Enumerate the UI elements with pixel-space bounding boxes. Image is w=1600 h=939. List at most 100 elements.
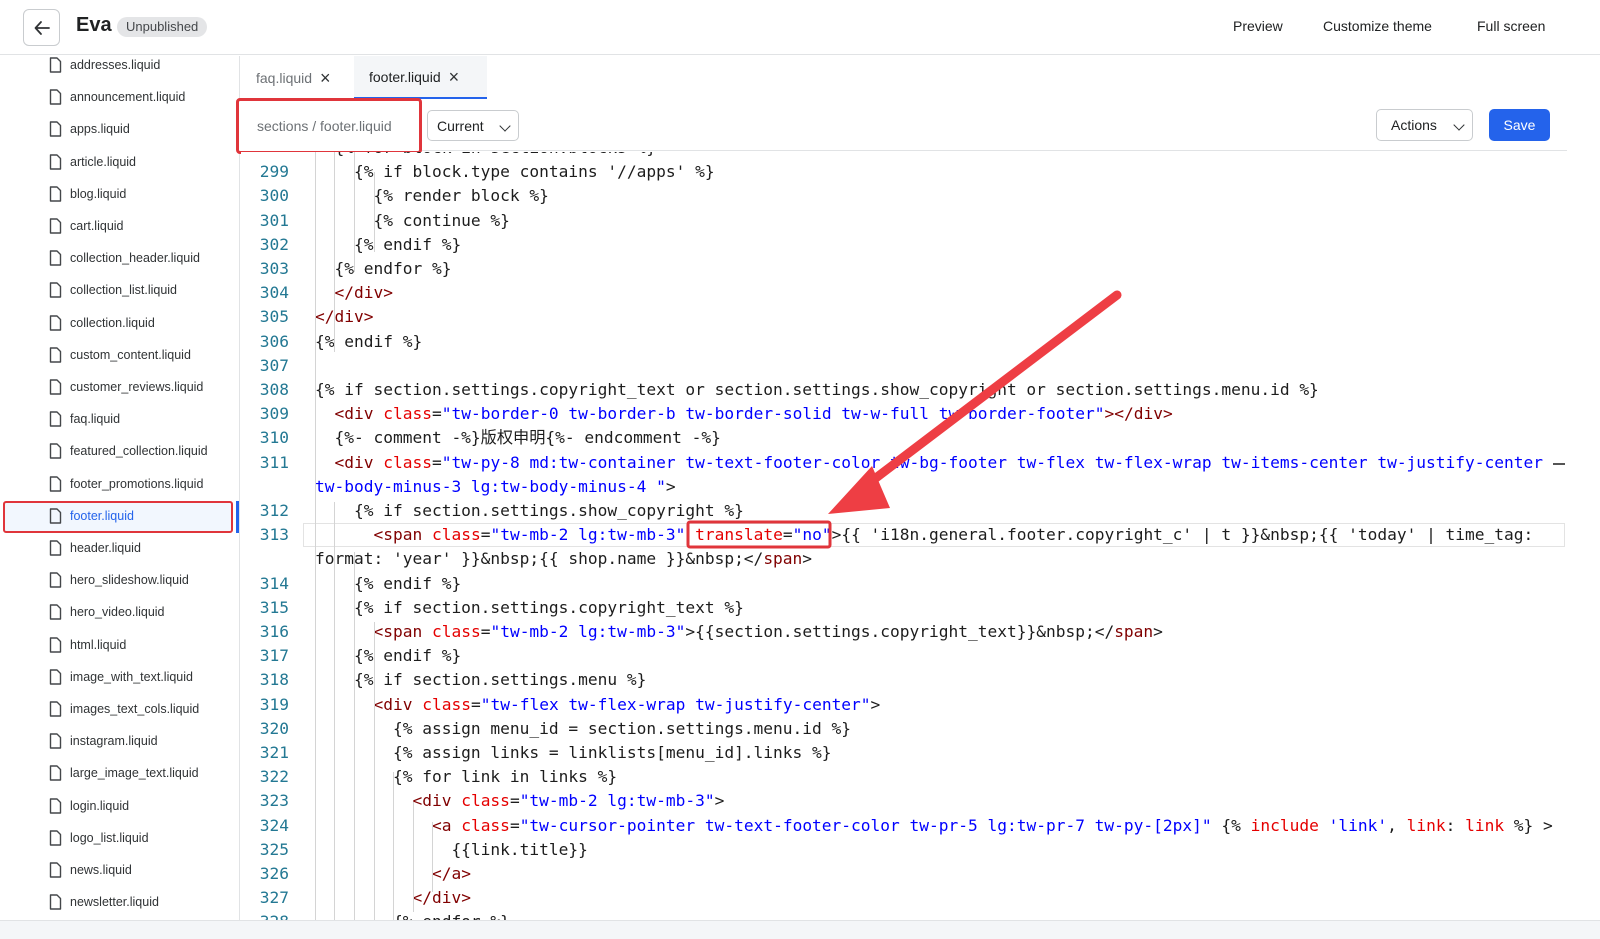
sidebar-file-item[interactable]: news.liquid [0, 855, 239, 887]
file-label: large_image_text.liquid [70, 766, 199, 781]
sidebar-file-item[interactable]: customer_reviews.liquid [0, 372, 239, 404]
sidebar-file-item[interactable]: hero_video.liquid [0, 597, 239, 629]
code-token: {% endfor %} [315, 259, 452, 278]
sidebar-file-item[interactable]: hero_slideshow.liquid [0, 565, 239, 597]
code-line[interactable]: <span class="tw-mb-2 lg:tw-mb-3">{{secti… [315, 620, 1162, 644]
file-label: footer.liquid [70, 508, 134, 523]
sidebar-file-item[interactable]: instagram.liquid [0, 726, 239, 758]
sidebar-file-item[interactable]: collection_list.liquid [0, 275, 239, 307]
code-line[interactable]: <div class="tw-border-0 tw-border-b tw-b… [315, 402, 1172, 426]
code-line[interactable]: <div class="tw-flex tw-flex-wrap tw-just… [315, 693, 880, 717]
code-token: > [714, 791, 725, 811]
sidebar-file-item[interactable]: html.liquid [0, 630, 239, 662]
code-token: include [1250, 815, 1319, 835]
code-line[interactable]: {% if section.settings.menu %} [315, 668, 646, 692]
sidebar-file-item[interactable]: collection.liquid [0, 308, 239, 340]
sidebar-file-item[interactable]: collection_header.liquid [0, 243, 239, 275]
file-label: newsletter.liquid [70, 895, 159, 910]
customize-theme-link[interactable]: Customize theme [1323, 18, 1432, 34]
indent-guide [315, 152, 316, 920]
save-button[interactable]: Save [1489, 109, 1550, 141]
code-line[interactable]: {% endif %} [315, 572, 461, 596]
code-line[interactable]: </div> [315, 305, 374, 329]
full-screen-link[interactable]: Full screen [1477, 18, 1545, 34]
code-line[interactable]: {% assign menu_id = section.settings.men… [315, 717, 851, 741]
code-line[interactable]: {% for link in links %} [315, 765, 617, 789]
code-line[interactable]: {% endfor %} [315, 257, 451, 281]
code-token: > [802, 549, 813, 569]
tab-faq[interactable]: faq.liquid × [241, 56, 353, 99]
line-number: 314 [259, 573, 289, 593]
back-button[interactable] [23, 9, 60, 46]
code-line[interactable]: {% endif %} [315, 644, 461, 668]
line-number: 325 [259, 839, 289, 859]
sidebar-file-item[interactable]: footer.liquid [3, 500, 233, 533]
sidebar-file-item[interactable]: images_text_cols.liquid [0, 694, 239, 726]
line-number: 318 [259, 670, 289, 690]
file-label: featured_collection.liquid [70, 444, 208, 459]
code-line[interactable]: format: 'year' }}&nbsp;{{ shop.name }}&n… [315, 547, 812, 571]
file-label: announcement.liquid [70, 90, 186, 105]
code-line[interactable]: {% if section.settings.show_copyright %} [315, 499, 744, 523]
code-line[interactable]: tw-body-minus-3 lg:tw-body-minus-4 "> [315, 475, 676, 499]
code-token: div [353, 283, 384, 303]
code-token: {%- comment -%}版权申明{%- endcomment -%} [315, 428, 721, 448]
close-icon[interactable]: × [449, 68, 460, 86]
code-line[interactable]: <div class="tw-mb-2 lg:tw-mb-3"> [315, 789, 724, 813]
line-number: 316 [259, 622, 289, 641]
code-line[interactable]: {% if section.settings.copyright_text %} [315, 596, 744, 620]
code-line[interactable]: {% endif %} [315, 233, 461, 257]
code-line[interactable]: </div> [315, 281, 393, 305]
code-line[interactable]: <span class="tw-mb-2 lg:tw-mb-3" transla… [315, 523, 1533, 547]
version-select[interactable]: Current [427, 110, 519, 141]
sidebar-file-item[interactable]: faq.liquid [0, 404, 239, 436]
close-icon[interactable]: × [320, 69, 331, 87]
sidebar-file-item[interactable]: image_with_text.liquid [0, 662, 239, 694]
code-line[interactable]: {%- comment -%}版权申明{%- endcomment -%} [315, 426, 721, 450]
code-token: div [422, 791, 452, 811]
sidebar-file-item[interactable]: addresses.liquid [0, 56, 239, 82]
sidebar-file-item[interactable]: custom_content.liquid [0, 340, 239, 372]
sidebar-file-item[interactable]: featured_collection.liquid [0, 436, 239, 468]
code-token: {% for block in section.blocks %} [315, 152, 656, 157]
code-line[interactable]: {{link.title}} [315, 838, 587, 862]
file-label: collection_header.liquid [70, 251, 200, 266]
sidebar-file-item[interactable]: cart.liquid [0, 211, 239, 243]
code-line[interactable]: <a class="tw-cursor-pointer tw-text-foot… [315, 814, 1553, 838]
sidebar-file-item[interactable]: apps.liquid [0, 114, 239, 146]
code-token: = [470, 694, 481, 714]
code-line[interactable]: {% render block %} [315, 184, 548, 208]
sidebar-file-item[interactable]: article.liquid [0, 147, 239, 179]
code-line[interactable]: {% endif %} [315, 330, 422, 354]
file-label: header.liquid [70, 541, 141, 555]
sidebar-file-item[interactable]: blog.liquid [0, 179, 239, 211]
actions-button[interactable]: Actions [1376, 109, 1473, 141]
sidebar-file-item[interactable]: large_image_text.liquid [0, 758, 239, 790]
code-line[interactable]: {% assign links = linklists[menu_id].lin… [315, 741, 832, 765]
indent-guide [413, 802, 414, 912]
code-editor[interactable]: {% for block in section.blocks %} 299 {% … [241, 152, 1567, 920]
tab-label: faq.liquid [256, 69, 313, 86]
indent-guide [432, 822, 433, 892]
preview-link[interactable]: Preview [1233, 18, 1283, 34]
code-token: < [315, 404, 345, 424]
scrollbar-marker[interactable] [1553, 463, 1565, 465]
tab-footer[interactable]: footer.liquid × [354, 56, 487, 99]
file-icon [49, 443, 62, 462]
code-token: ></ [1104, 404, 1134, 424]
sidebar-file-item[interactable]: login.liquid [0, 791, 239, 823]
sidebar-file-item[interactable]: header.liquid [0, 533, 239, 565]
file-label: collection.liquid [70, 315, 155, 330]
sidebar-file-item[interactable]: announcement.liquid [0, 82, 239, 114]
sidebar-file-item[interactable]: logo_list.liquid [0, 823, 239, 855]
code-token: = [509, 815, 520, 835]
code-line[interactable]: {% for block in section.blocks %} [315, 152, 656, 160]
code-line[interactable]: <div class="tw-py-8 md:tw-container tw-t… [315, 451, 1543, 475]
file-label: apps.liquid [70, 122, 130, 137]
indent-guide [393, 772, 394, 920]
sidebar-file-item[interactable]: footer_promotions.liquid [0, 469, 239, 501]
code-line[interactable]: {% continue %} [315, 209, 510, 233]
sidebar-file-item[interactable]: newsletter.liquid [0, 887, 239, 919]
code-line[interactable]: {% if section.settings.copyright_text or… [315, 378, 1319, 402]
code-token: {% continue %} [315, 210, 510, 230]
